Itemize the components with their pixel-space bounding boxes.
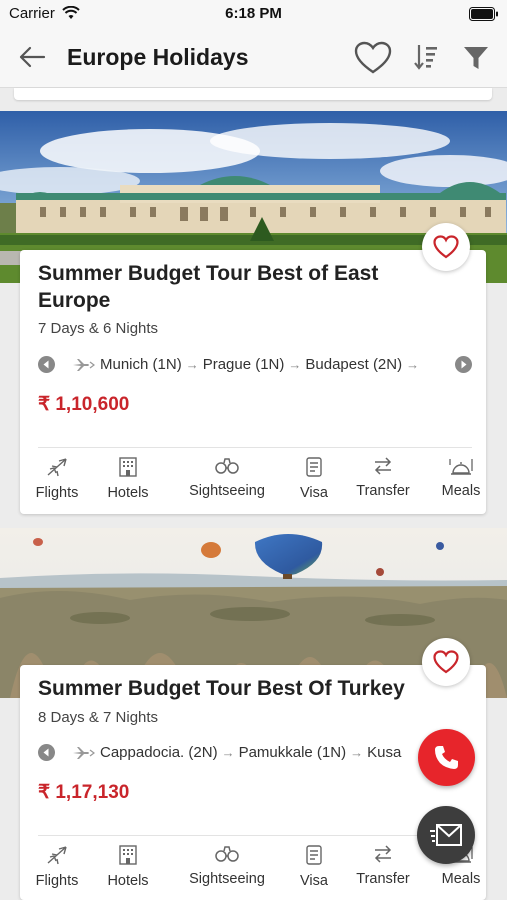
app-header: Europe Holidays bbox=[0, 28, 507, 88]
route-scroll-left-icon[interactable] bbox=[38, 356, 55, 373]
route-stop: Budapest (2N) bbox=[305, 356, 403, 373]
amenity-label: Sightseeing bbox=[189, 871, 265, 887]
call-button[interactable] bbox=[418, 729, 475, 786]
amenity-label: Hotels bbox=[107, 485, 149, 501]
visa-icon bbox=[306, 457, 322, 477]
phone-icon bbox=[435, 746, 458, 769]
heart-icon[interactable] bbox=[354, 41, 392, 75]
amenity-meals: Meals bbox=[438, 457, 484, 499]
previous-package-card-edge bbox=[14, 88, 492, 100]
amenity-label: Transfer bbox=[356, 483, 410, 499]
flight-route-icon bbox=[73, 359, 95, 371]
route-scroll-right-icon[interactable] bbox=[455, 356, 472, 373]
route-stop: Prague (1N) bbox=[202, 356, 285, 373]
hotel-icon bbox=[119, 845, 137, 865]
plane-icon bbox=[47, 846, 67, 865]
package-title: Summer Budget Tour Best of East Europe bbox=[38, 262, 379, 312]
envelope-icon bbox=[430, 824, 462, 846]
plane-icon bbox=[47, 458, 67, 477]
package-duration: 8 Days & 7 Nights bbox=[38, 709, 159, 726]
amenity-transfer: Transfer bbox=[352, 457, 414, 499]
binoculars-icon bbox=[215, 458, 239, 474]
favorite-button[interactable] bbox=[422, 638, 470, 686]
heart-icon bbox=[433, 235, 459, 259]
route-stops: Munich (1N) → Prague (1N) → Budapest (2N) → bbox=[100, 356, 448, 373]
amenities-row: Flights Hotels Sightseeing Visa Transfer… bbox=[20, 845, 486, 900]
amenity-label: Meals bbox=[441, 483, 481, 499]
route-arrow-icon: → bbox=[406, 357, 420, 372]
card-divider bbox=[38, 835, 472, 836]
favorite-button[interactable] bbox=[422, 223, 470, 271]
package-route: Munich (1N) → Prague (1N) → Budapest (2N) → bbox=[38, 355, 472, 375]
amenity-sightseeing: Sightseeing bbox=[186, 457, 268, 499]
card-divider bbox=[38, 447, 472, 448]
amenity-label: Hotels bbox=[107, 873, 149, 889]
route-scroll-left-icon[interactable] bbox=[38, 744, 55, 761]
route-stop: Munich (1N) bbox=[100, 356, 182, 373]
route-stop: Pamukkale (1N) bbox=[238, 744, 347, 761]
amenity-hotels: Hotels bbox=[103, 457, 153, 501]
amenity-label: Visa bbox=[300, 485, 328, 501]
amenity-label: Visa bbox=[300, 873, 328, 889]
binoculars-icon bbox=[215, 846, 239, 862]
amenity-visa: Visa bbox=[296, 457, 332, 501]
package-price: ₹ 1,10,600 bbox=[38, 394, 130, 415]
package-card[interactable]: Summer Budget Tour Best Of Turkey 8 Days… bbox=[20, 665, 486, 900]
amenity-flights: Flights bbox=[33, 457, 81, 501]
transfer-icon bbox=[374, 457, 392, 475]
package-card[interactable]: Summer Budget Tour Best of East Europe 7… bbox=[20, 250, 486, 514]
hotel-icon bbox=[119, 457, 137, 477]
amenity-flights: Flights bbox=[33, 845, 81, 889]
amenity-transfer: Transfer bbox=[352, 845, 414, 887]
amenity-label: Transfer bbox=[356, 871, 410, 887]
amenity-sightseeing: Sightseeing bbox=[186, 845, 268, 887]
route-arrow-icon: → bbox=[185, 357, 199, 372]
route-arrow-icon: → bbox=[288, 357, 302, 372]
package-route: Cappadocia. (2N) → Pamukkale (1N) → Kusa bbox=[38, 743, 472, 763]
package-title: Summer Budget Tour Best Of Turkey bbox=[38, 677, 405, 700]
amenity-label: Flights bbox=[35, 485, 79, 501]
page-title: Europe Holidays bbox=[67, 44, 249, 70]
amenity-label: Meals bbox=[441, 871, 481, 887]
flight-route-icon bbox=[73, 747, 95, 759]
package-price: ₹ 1,17,130 bbox=[38, 782, 130, 803]
route-stop: Kusa bbox=[367, 744, 402, 761]
filter-icon[interactable] bbox=[463, 45, 489, 71]
meal-icon bbox=[449, 459, 473, 475]
sort-icon[interactable] bbox=[413, 43, 439, 71]
package-duration: 7 Days & 6 Nights bbox=[38, 320, 159, 337]
message-button[interactable] bbox=[417, 806, 475, 864]
status-bar: Carrier 6:18 PM bbox=[0, 0, 507, 28]
clock: 6:18 PM bbox=[225, 5, 282, 22]
route-arrow-icon: → bbox=[221, 745, 235, 760]
amenities-row: Flights Hotels Sightseeing Visa Transfer… bbox=[20, 457, 486, 517]
battery-icon bbox=[469, 7, 498, 21]
amenity-hotels: Hotels bbox=[103, 845, 153, 889]
transfer-icon bbox=[374, 845, 392, 863]
route-arrow-icon: → bbox=[350, 745, 364, 760]
back-arrow-icon[interactable] bbox=[18, 45, 46, 69]
visa-icon bbox=[306, 845, 322, 865]
heart-icon bbox=[433, 650, 459, 674]
amenity-label: Flights bbox=[35, 873, 79, 889]
amenity-label: Sightseeing bbox=[189, 483, 265, 499]
amenity-visa: Visa bbox=[296, 845, 332, 889]
route-stop: Cappadocia. (2N) bbox=[100, 744, 218, 761]
route-stops: Cappadocia. (2N) → Pamukkale (1N) → Kusa bbox=[100, 744, 448, 761]
